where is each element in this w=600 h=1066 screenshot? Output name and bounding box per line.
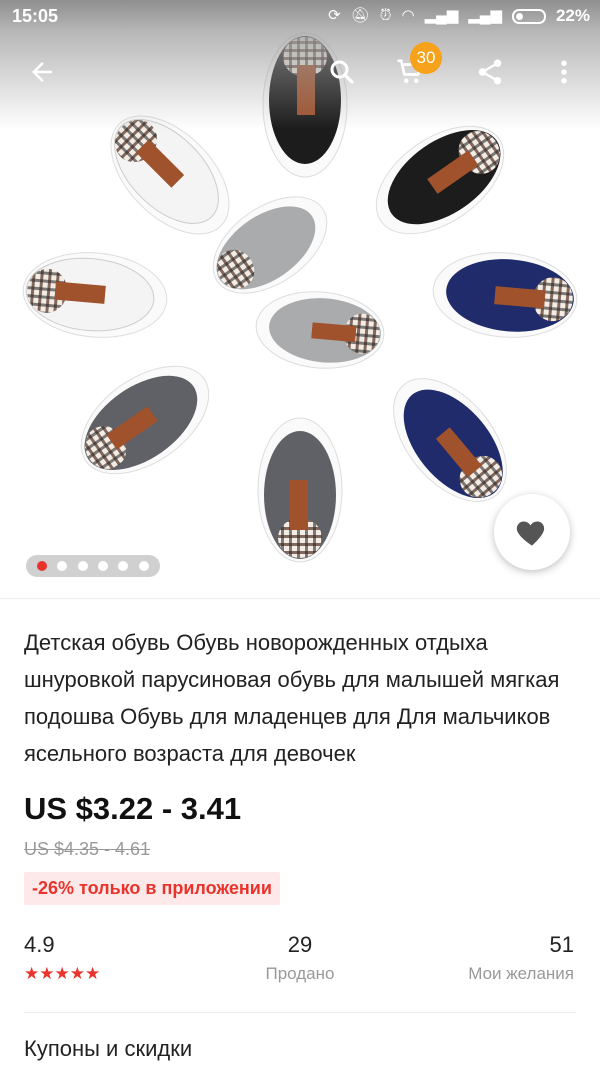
divider — [0, 598, 600, 599]
add-to-wishlist-button[interactable] — [494, 494, 570, 570]
divider — [24, 1012, 576, 1013]
battery-icon — [511, 8, 546, 24]
alarm-icon: ⏰︎ — [379, 7, 392, 24]
rating-value: 4.9 — [24, 932, 55, 957]
back-arrow-icon — [32, 62, 52, 82]
carousel-dot[interactable] — [118, 561, 129, 571]
carousel-dot[interactable] — [138, 561, 149, 571]
wishlist-count: 51 — [549, 932, 574, 957]
cart-count-badge: 30 — [410, 42, 442, 74]
carousel-dot[interactable] — [77, 561, 88, 571]
carousel-dot[interactable] — [57, 561, 68, 571]
product-title: Детская обувь Обувь новорожденных отдыха… — [24, 630, 560, 766]
rating-stars: ★★★★★ — [24, 964, 101, 983]
carousel-indicator — [26, 555, 160, 577]
sold-stat: 29 Продано — [262, 932, 338, 984]
status-icons: ⟳ 🔕︎ ⏰︎ ◠ ▂▄▆ ▂▄▆ 22% — [328, 6, 590, 26]
carousel-dot[interactable] — [37, 561, 48, 571]
mute-bell-icon: 🔕︎ — [350, 7, 370, 24]
wishlist-label: Мои желания — [468, 964, 574, 983]
wishlist-stat: 51 Мои желания — [468, 932, 574, 984]
search-button[interactable] — [318, 48, 366, 96]
share-icon — [478, 59, 502, 85]
signal-icon-1: ▂▄▆ — [424, 7, 459, 24]
carousel-dot[interactable] — [98, 561, 109, 571]
sold-label: Продано — [265, 964, 335, 983]
wifi-icon: ◠ — [401, 7, 415, 24]
signal-icon-2: ▂▄▆ — [468, 7, 502, 24]
back-button[interactable] — [18, 48, 66, 96]
share-button[interactable] — [466, 48, 514, 96]
sold-count: 29 — [287, 932, 313, 957]
discount-badge: -26% только в приложении — [24, 872, 280, 905]
search-icon — [330, 60, 354, 84]
product-price: US $3.22 - 3.41 — [24, 791, 242, 826]
rating-stat[interactable]: 4.9 ★★★★★ — [24, 932, 100, 984]
coupons-section-title[interactable]: Купоны и скидки — [24, 1036, 192, 1062]
more-options-button[interactable] — [540, 48, 588, 96]
top-toolbar — [0, 40, 600, 104]
more-vert-icon — [561, 60, 567, 84]
battery-percent: 22% — [555, 6, 590, 25]
sync-icon: ⟳ — [328, 7, 341, 24]
status-bar: 15:05 ⟳ 🔕︎ ⏰︎ ◠ ▂▄▆ ▂▄▆ 22% — [0, 0, 600, 32]
heart-icon — [516, 521, 545, 546]
status-time: 15:05 — [12, 6, 59, 26]
original-price: US $4.35 - 4.61 — [24, 839, 151, 859]
